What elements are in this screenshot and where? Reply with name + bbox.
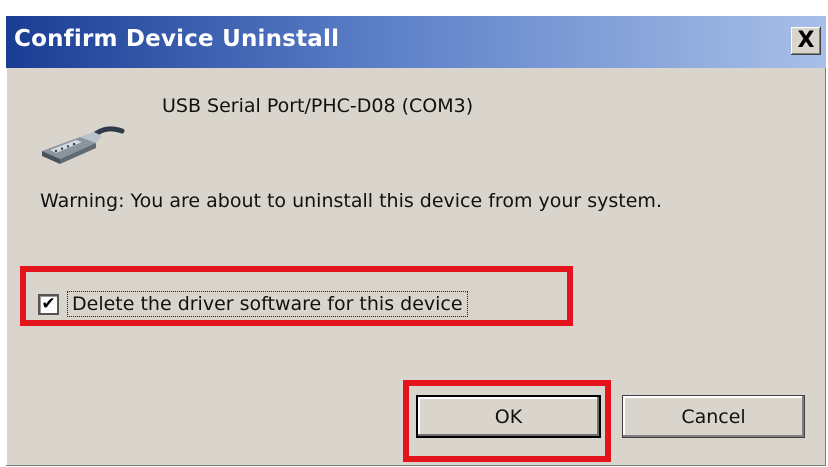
checkmark-icon: ✔ <box>41 293 56 314</box>
title-bar[interactable]: Confirm Device Uninstall X <box>6 16 826 68</box>
close-icon: X <box>797 28 815 53</box>
serial-port-connector-icon <box>42 126 125 164</box>
delete-driver-checkbox[interactable]: ✔ <box>38 293 59 315</box>
dialog-title: Confirm Device Uninstall <box>14 26 340 52</box>
device-name: USB Serial Port/PHC-D08 (COM3) <box>162 95 474 117</box>
cancel-button[interactable]: Cancel <box>622 395 805 438</box>
confirm-uninstall-dialog: Confirm Device Uninstall X USB Serial Po… <box>6 16 826 466</box>
delete-driver-label[interactable]: Delete the driver software for this devi… <box>67 291 468 317</box>
ok-button[interactable]: OK <box>416 395 601 438</box>
delete-driver-option[interactable]: ✔ Delete the driver software for this de… <box>38 284 468 324</box>
close-button[interactable]: X <box>791 27 821 55</box>
warning-message: Warning: You are about to uninstall this… <box>40 190 662 212</box>
